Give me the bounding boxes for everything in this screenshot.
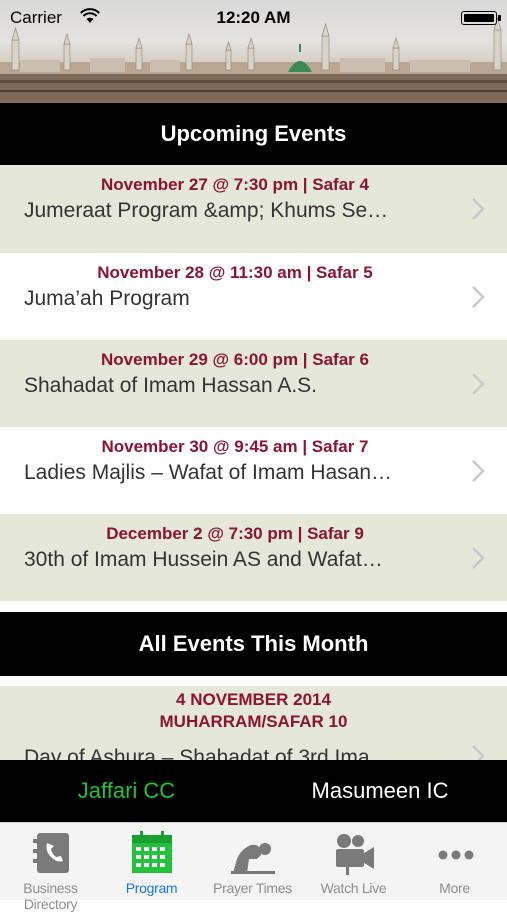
tab-prayer-times[interactable]: Prayer Times <box>202 823 303 901</box>
more-dots-icon <box>438 850 474 860</box>
event-title: 30th of Imam Hussein AS and Wafat… <box>24 548 383 571</box>
tab-bar: Business Directory Program Prayer Times <box>0 822 507 912</box>
chevron-right-icon <box>472 460 485 482</box>
switch-option-masumeen[interactable]: Masumeen IC <box>253 760 507 822</box>
event-title: Juma’ah Program <box>24 287 190 310</box>
status-time: 12:20 AM <box>216 8 291 27</box>
month-event-title: Day of Ashura – Shahadat of 3rd Ima… <box>24 746 391 760</box>
event-title: Ladies Majlis – Wafat of Imam Hasan… <box>24 461 393 484</box>
tab-business-directory[interactable]: Business Directory <box>0 823 101 912</box>
event-title: Jumeraat Program &amp; Khums Se… <box>24 199 389 222</box>
event-date: December 2 @ 7:30 pm | Safar 9 <box>106 524 364 543</box>
event-date: November 30 @ 9:45 am | Safar 7 <box>101 437 369 456</box>
chevron-right-icon <box>472 198 485 220</box>
tab-program[interactable]: Program <box>101 823 202 901</box>
battery-icon <box>461 11 501 25</box>
event-date: November 28 @ 11:30 am | Safar 5 <box>97 263 373 282</box>
chevron-right-icon <box>472 373 485 395</box>
chevron-right-icon <box>472 547 485 569</box>
header-banner: Carrier 12:20 AM <box>0 0 507 103</box>
chevron-right-icon <box>472 286 485 308</box>
tab-label: More <box>439 880 470 896</box>
tab-label: Business Directory <box>23 880 78 912</box>
video-camera-icon <box>336 834 374 875</box>
event-date: November 29 @ 6:00 pm | Safar 6 <box>101 350 369 369</box>
phone-book-icon <box>33 833 69 873</box>
tab-label: Prayer Times <box>213 880 292 896</box>
month-event-row[interactable]: 4 NOVEMBER 2014 MUHARRAM/SAFAR 10 Day of… <box>0 686 507 760</box>
tab-label: Watch Live <box>320 880 387 896</box>
centre-switcher: Jaffari CC Masumeen IC <box>0 760 507 822</box>
all-events-month-header: All Events This Month <box>0 612 507 676</box>
status-bar: Carrier 12:20 AM <box>0 0 507 36</box>
tab-label: Program <box>125 880 178 896</box>
event-row[interactable]: November 27 @ 7:30 pm | Safar 4 Jumeraat… <box>0 165 507 253</box>
event-row[interactable]: November 29 @ 6:00 pm | Safar 6 Shahadat… <box>0 340 507 427</box>
month-event-date: 4 NOVEMBER 2014 <box>176 690 331 709</box>
calendar-icon <box>132 831 172 873</box>
upcoming-events-header: Upcoming Events <box>0 103 507 165</box>
month-event-hijri: MUHARRAM/SAFAR 10 <box>159 712 348 731</box>
event-date: November 27 @ 7:30 pm | Safar 4 <box>101 175 369 194</box>
event-row[interactable]: November 30 @ 9:45 am | Safar 7 Ladies M… <box>0 427 507 514</box>
event-row[interactable]: December 2 @ 7:30 pm | Safar 9 30th of I… <box>0 514 507 601</box>
switch-option-jaffari[interactable]: Jaffari CC <box>0 760 253 822</box>
tab-more[interactable]: More <box>404 823 507 901</box>
chevron-right-icon <box>472 745 485 760</box>
event-title: Shahadat of Imam Hassan A.S. <box>24 374 317 397</box>
event-row[interactable]: November 28 @ 11:30 am | Safar 5 Juma’ah… <box>0 253 507 340</box>
prayer-icon <box>231 843 275 874</box>
tab-watch-live[interactable]: Watch Live <box>303 823 404 901</box>
